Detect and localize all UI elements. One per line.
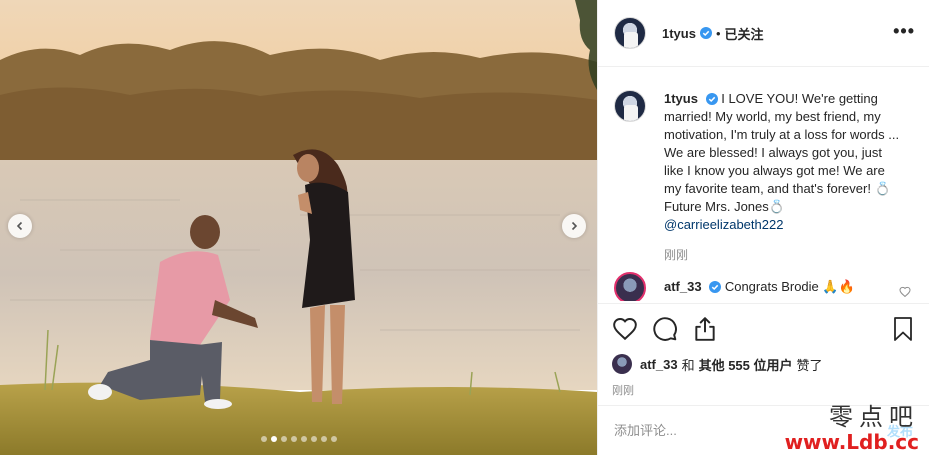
follow-button[interactable]: 已关注 [725,24,764,43]
comment-text: Congrats Brodie 🙏🔥 [724,279,855,294]
share-button[interactable] [692,316,718,342]
chevron-right-icon [571,221,578,231]
verified-badge-icon [705,93,718,105]
like-button[interactable] [612,316,638,342]
add-comment-bar: 发布 [598,405,929,455]
comments-list: 1tyus I LOVE YOU! We're getting married!… [598,68,929,301]
proposal-photo [0,0,597,455]
caption-username[interactable]: 1tyus [664,91,698,106]
likes-suffix: 赞了 [796,357,823,373]
avatar[interactable] [614,90,646,122]
caption-mention-link[interactable]: @carrieelizabeth222 [664,217,783,232]
slide-dot [270,436,277,442]
comment-username[interactable]: atf_33 [664,279,702,294]
likes-connector: 和 [681,357,695,373]
comment-item: atf_33 Congrats Brodie 🙏🔥 [614,272,913,301]
slide-dot [300,436,307,442]
comment-bubble-icon [653,317,677,341]
likes-summary: atf_33 和 其他 555 位用户 赞了 [612,354,915,374]
bookmark-icon [894,317,912,341]
save-button[interactable] [891,316,915,342]
more-options-button[interactable]: ••• [893,22,915,40]
post-comment-button[interactable]: 发布 [887,421,913,440]
caption-text: I LOVE YOU! We're getting married! My wo… [664,91,900,214]
post-header: 1tyus • 已关注 ••• [598,0,929,67]
heart-icon [613,318,637,341]
post-actions: atf_33 和 其他 555 位用户 赞了 刚刚 [598,303,929,398]
verified-badge-icon [699,27,712,39]
comment-button[interactable] [652,316,678,342]
caption-time: 刚刚 [664,248,689,262]
slide-dot [260,436,267,442]
post-photo [0,0,597,455]
liker-username[interactable]: atf_33 [640,357,678,372]
slide-dot [280,436,287,442]
caption: 1tyus I LOVE YOU! We're getting married!… [614,90,913,234]
comment-input[interactable] [614,423,854,438]
post-side-panel: 1tyus • 已关注 ••• 1tyus I LOVE YOU! We're … [597,0,929,455]
like-comment-heart-icon[interactable] [899,286,911,298]
previous-slide-button[interactable] [8,214,32,238]
chevron-left-icon [16,221,23,231]
slide-dot [320,436,327,442]
avatar[interactable] [614,17,646,49]
slide-indicator [0,436,597,442]
share-upload-icon [695,317,715,341]
separator: • [715,25,721,41]
slide-dot [310,436,317,442]
post-timestamp: 刚刚 [612,385,634,397]
likes-others-link[interactable]: 其他 555 位用户 [699,355,793,374]
author-username[interactable]: 1tyus [662,26,696,41]
next-slide-button[interactable] [562,214,586,238]
liker-avatar[interactable] [612,354,632,374]
slide-dot [290,436,297,442]
avatar[interactable] [614,272,646,301]
slide-dot [330,436,337,442]
verified-badge-icon [709,281,722,293]
